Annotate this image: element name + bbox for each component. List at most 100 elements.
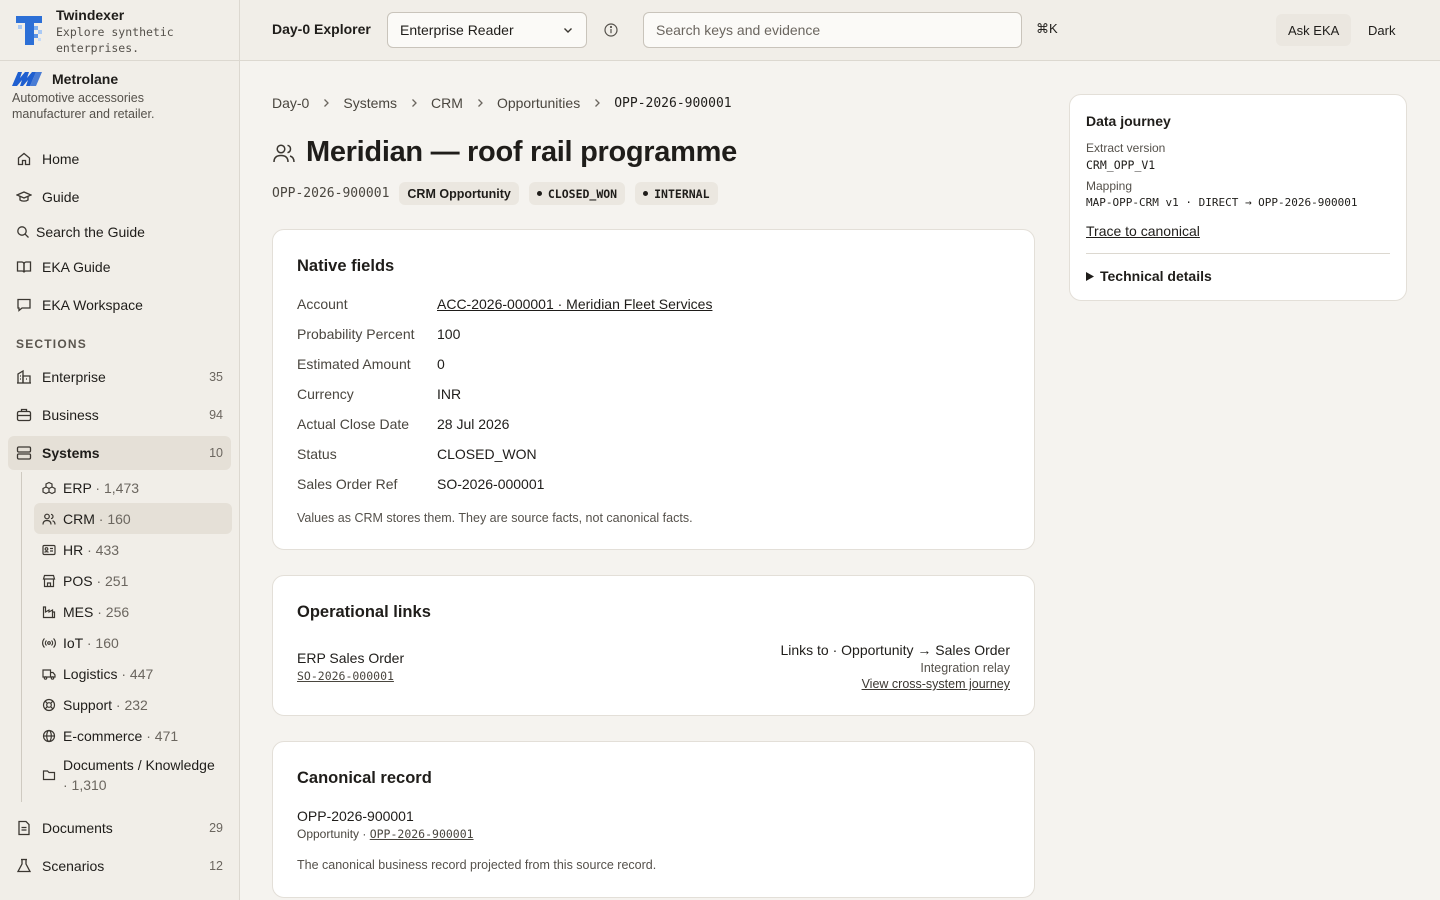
nav-eka-workspace[interactable]: EKA Workspace xyxy=(8,288,231,322)
system-item-mes[interactable]: MES · 256 xyxy=(34,596,232,627)
system-name: E-commerce xyxy=(63,727,143,744)
chevron-right-icon xyxy=(595,99,601,107)
trace-canonical-link[interactable]: Trace to canonical xyxy=(1086,223,1200,239)
system-item-ecommerce[interactable]: E-commerce · 471 xyxy=(34,720,232,751)
system-count: · 232 xyxy=(112,696,148,713)
system-count: · 160 xyxy=(94,510,131,527)
field-value: 100 xyxy=(437,326,461,342)
breadcrumb-systems[interactable]: Systems xyxy=(343,95,397,111)
nav-enterprise-label: Enterprise xyxy=(42,369,106,385)
ask-eka-button[interactable]: Ask EKA xyxy=(1276,14,1352,46)
factory-icon xyxy=(42,605,56,618)
system-name: MES xyxy=(63,603,94,620)
nav-systems[interactable]: Systems 10 xyxy=(8,436,231,470)
field-value: CLOSED_WON xyxy=(437,446,537,462)
breadcrumb-separator xyxy=(475,98,485,108)
home-icon xyxy=(17,152,31,166)
field-label: Sales Order Ref xyxy=(297,476,398,492)
data-journey-heading: Data journey xyxy=(1086,113,1171,129)
briefcase-icon xyxy=(16,408,32,422)
system-item-erp[interactable]: ERP · 1,473 xyxy=(34,472,232,503)
breadcrumb-opportunities[interactable]: Opportunities xyxy=(497,95,580,111)
top-bar: Day-0 Explorer Enterprise Reader ⌘K Ask … xyxy=(240,0,1440,61)
view-journey-link[interactable]: View cross-system journey xyxy=(862,677,1010,691)
account-link[interactable]: ACC-2026-000001 · Meridian Fleet Service… xyxy=(437,296,712,312)
canonical-record-heading: Canonical record xyxy=(297,769,432,787)
nav-home-label: Home xyxy=(42,151,80,167)
breadcrumb: Day-0 Systems CRM Opportunities OPP-2026… xyxy=(272,95,732,111)
brand-title: Twindexer xyxy=(56,7,125,23)
visibility-badge: INTERNAL xyxy=(635,182,718,205)
lifebuoy-icon xyxy=(42,698,56,711)
nav-documents[interactable]: Documents 29 xyxy=(8,811,231,845)
system-count: · 160 xyxy=(82,634,119,651)
search-icon xyxy=(17,226,29,238)
native-fields-card: Native fields Account ACC-2026-000001 · … xyxy=(272,229,1035,550)
system-item-crm[interactable]: CRM · 160 xyxy=(34,503,232,534)
system-count: · 447 xyxy=(117,665,154,682)
system-item-pos[interactable]: POS · 251 xyxy=(34,565,232,596)
nav-eka-guide[interactable]: EKA Guide xyxy=(8,250,231,284)
sidebar: Twindexer Explore synthetic enterprises.… xyxy=(0,0,240,900)
nav-systems-count: 10 xyxy=(209,446,223,460)
canonical-record-card: Canonical record OPP-2026-900001 Opportu… xyxy=(272,741,1035,898)
server-icon xyxy=(16,446,32,460)
system-item-iot[interactable]: IoT · 160 xyxy=(34,627,232,658)
system-item-support[interactable]: Support · 232 xyxy=(34,689,232,720)
system-name: HR xyxy=(63,541,84,558)
link-via: Integration relay xyxy=(920,661,1010,675)
technical-details-toggle[interactable]: Technical details xyxy=(1086,268,1212,284)
system-name: POS xyxy=(63,572,93,589)
extract-version-value: CRM_OPP_V1 xyxy=(1086,158,1156,172)
system-item-documents-knowledge[interactable]: Documents / Knowledge · 1,310 xyxy=(34,754,232,796)
extract-version-label: Extract version xyxy=(1086,141,1166,155)
canonical-note: The canonical business record projected … xyxy=(297,858,657,872)
chevron-right-icon xyxy=(477,99,483,107)
brand[interactable]: Twindexer Explore synthetic enterprises. xyxy=(0,0,239,61)
nav-documents-count: 29 xyxy=(209,821,223,835)
mapping-label: Mapping xyxy=(1086,179,1133,193)
chevron-down-icon xyxy=(564,28,572,33)
sales-order-link[interactable]: SO-2026-000001 xyxy=(297,669,394,683)
link-relation: Links to · Opportunity → Sales Order xyxy=(780,642,1010,658)
breadcrumb-separator xyxy=(321,98,331,108)
breadcrumb-crm[interactable]: CRM xyxy=(431,95,463,111)
record-tags: OPP-2026-900001 CRM Opportunity CLOSED_W… xyxy=(272,182,718,205)
system-item-logistics[interactable]: Logistics · 447 xyxy=(34,658,232,689)
canonical-id: OPP-2026-900001 xyxy=(297,808,414,824)
native-fields-note: Values as CRM stores them. They are sour… xyxy=(297,511,693,525)
data-journey-card: Data journey Extract version CRM_OPP_V1 … xyxy=(1069,94,1407,301)
system-count: · 1,473 xyxy=(91,479,140,496)
field-label: Account xyxy=(297,296,348,312)
truck-icon xyxy=(42,668,56,680)
field-value: SO-2026-000001 xyxy=(437,476,545,492)
nav-business-count: 94 xyxy=(209,408,223,422)
theme-toggle-button[interactable]: Dark xyxy=(1356,14,1407,46)
brand-subtitle-line: enterprises. xyxy=(56,41,140,55)
users-icon xyxy=(273,143,295,162)
nav-business-label: Business xyxy=(42,407,99,423)
nav-home[interactable]: Home xyxy=(8,142,231,176)
nav-guide[interactable]: Guide xyxy=(8,180,231,214)
canonical-link[interactable]: OPP-2026-900001 xyxy=(370,827,474,841)
persona-select[interactable]: Enterprise Reader xyxy=(387,12,587,48)
info-icon[interactable] xyxy=(603,22,619,38)
cubes-icon xyxy=(42,481,56,494)
field-label: Status xyxy=(297,446,337,462)
graduation-cap-icon xyxy=(16,191,32,202)
chevron-right-icon xyxy=(412,99,417,107)
link-type: ERP Sales Order xyxy=(297,650,405,666)
nav-scenarios[interactable]: Scenarios 12 xyxy=(8,849,231,883)
system-item-hr[interactable]: HR · 433 xyxy=(34,534,232,565)
nav-search-guide[interactable]: Search the Guide xyxy=(8,215,231,249)
nav-enterprise[interactable]: Enterprise 35 xyxy=(8,360,231,394)
nav-business[interactable]: Business 94 xyxy=(8,398,231,432)
book-open-icon xyxy=(16,261,32,273)
system-name: IoT xyxy=(63,634,83,651)
nav-eka-guide-label: EKA Guide xyxy=(42,259,111,275)
search-input[interactable] xyxy=(643,12,1022,48)
document-icon xyxy=(18,820,30,836)
divider xyxy=(1086,253,1390,254)
breadcrumb-day0[interactable]: Day-0 xyxy=(272,95,309,111)
globe-icon xyxy=(42,729,56,742)
